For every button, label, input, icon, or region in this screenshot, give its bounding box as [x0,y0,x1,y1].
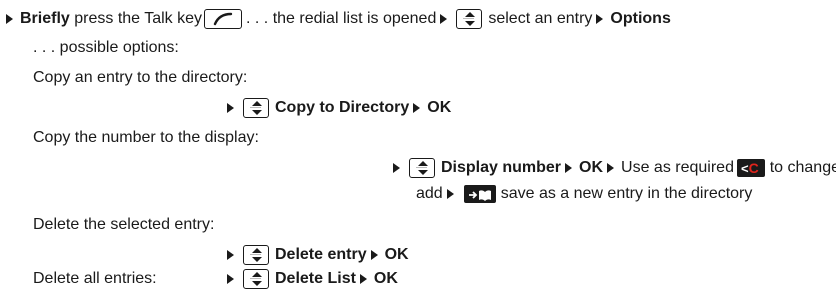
step-arrow-icon [440,14,448,24]
copy-to-directory-label: Copy to Directory [275,99,410,116]
instruction-step-1: Briefly press the Talk key . . . the red… [2,8,671,30]
ok-label: OK [427,99,452,116]
add-text: add [416,185,443,202]
use-as-required-text: Use as required [621,159,734,176]
step-arrow-icon [393,163,400,173]
redial-opened-text: . . . the redial list is opened [246,10,437,27]
step-arrow-icon [565,163,573,173]
delete-all-heading: Delete all entries: [33,268,157,290]
delete-entry-step: Delete entry OK [223,244,409,266]
ok-label: OK [579,159,604,176]
step-arrow-icon [227,103,234,113]
step-arrow-icon [227,250,234,260]
ok-label: OK [373,270,398,287]
copy-entry-heading: Copy an entry to the directory: [33,67,247,89]
delete-entry-heading-text: Delete the selected entry: [33,216,215,233]
options-label: Options [610,10,671,27]
back-delete-key-icon: <C [736,159,765,177]
step-arrow-icon [446,189,454,199]
delete-entry-heading: Delete the selected entry: [33,214,214,236]
copy-number-heading-text: Copy the number to the display: [33,129,259,146]
briefly-label: Briefly [20,10,70,27]
press-talk-text: press the Talk key [74,10,203,27]
copy-entry-heading-text: Copy an entry to the directory: [33,69,248,86]
save-entry-text: save as a new entry in the directory [500,185,753,202]
navigation-key-icon [243,98,269,118]
delete-entry-label: Delete entry [275,246,367,263]
change-text: to change or [769,159,836,176]
step-arrow-icon [413,103,421,113]
possible-options-label: . . . possible options: [33,39,179,56]
navigation-key-icon [243,245,269,265]
step-arrow-icon [607,163,615,173]
select-entry-text: select an entry [488,10,593,27]
navigation-key-icon [456,9,483,29]
step-arrow-icon [596,14,604,24]
talk-key-icon [204,9,243,29]
copy-number-step-cont: add save as a new entry in the directory [416,183,752,205]
possible-options-text: . . . possible options: [33,37,179,59]
ok-label: OK [384,246,409,263]
display-number-label: Display number [441,159,562,176]
navigation-key-icon [243,269,269,289]
copy-entry-step: Copy to Directory OK [223,97,451,119]
step-arrow-icon [359,274,367,284]
delete-all-step: Delete List OK [223,268,398,290]
step-arrow-icon [227,274,234,284]
directory-key-icon [463,185,496,203]
step-arrow-icon [6,14,13,24]
step-arrow-icon [370,250,378,260]
navigation-key-icon [409,158,435,178]
delete-list-label: Delete List [275,270,356,287]
copy-number-step: Display number OK Use as required <C to … [389,157,836,179]
delete-all-heading-text: Delete all entries: [33,270,157,287]
copy-number-heading: Copy the number to the display: [33,127,259,149]
